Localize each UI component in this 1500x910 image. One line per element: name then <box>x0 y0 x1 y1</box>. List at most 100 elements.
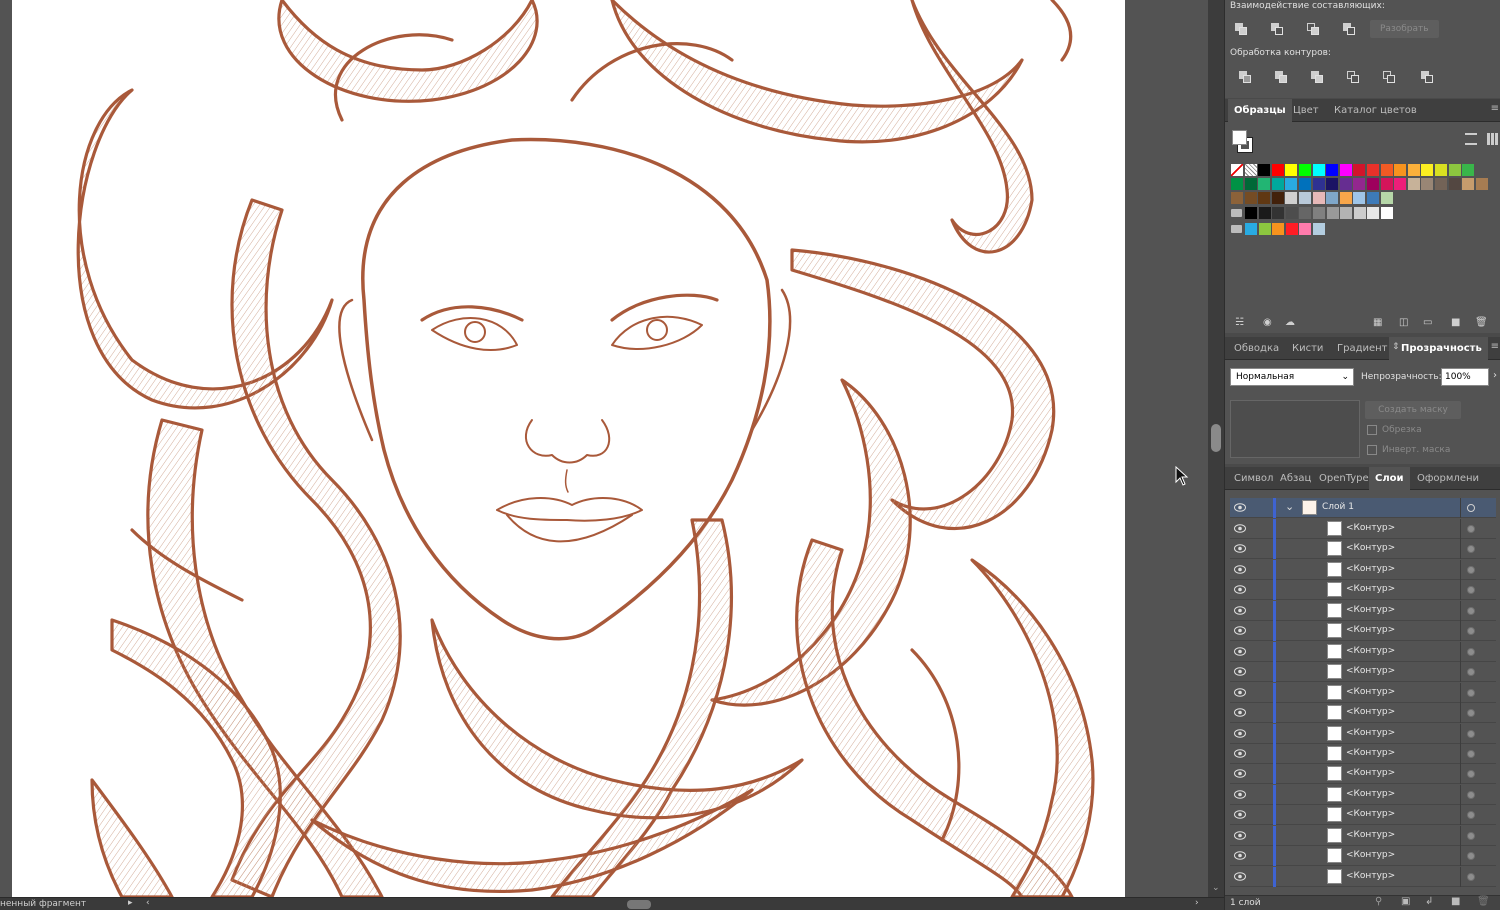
opacity-arrow-icon[interactable]: › <box>1493 370 1497 381</box>
grid-view-icon[interactable] <box>1487 133 1499 145</box>
layer-row[interactable]: <Контур> <box>1230 519 1496 539</box>
swatch[interactable] <box>1407 178 1420 190</box>
visibility-eye-icon[interactable] <box>1234 687 1246 697</box>
visibility-eye-icon[interactable] <box>1234 626 1246 636</box>
color-group-folder-icon[interactable] <box>1231 209 1242 217</box>
swatch[interactable] <box>1366 192 1379 204</box>
target-circle-icon[interactable] <box>1467 790 1475 799</box>
tab-collapse-icon[interactable]: ⇕ <box>1392 342 1400 352</box>
make-mask-button[interactable]: Создать маску <box>1365 401 1461 419</box>
swatch[interactable] <box>1244 178 1257 190</box>
vertical-scroll-thumb[interactable] <box>1211 424 1221 452</box>
target-circle-icon[interactable] <box>1467 504 1475 512</box>
swatch[interactable] <box>1258 207 1271 219</box>
swatch[interactable] <box>1299 207 1312 219</box>
swatch[interactable] <box>1339 178 1352 190</box>
sublayer-name[interactable]: <Контур> <box>1346 584 1395 594</box>
swatch[interactable] <box>1462 178 1475 190</box>
swatch[interactable] <box>1448 164 1461 176</box>
sublayer-name[interactable]: <Контур> <box>1346 789 1395 799</box>
tab-layers[interactable]: Слои <box>1369 467 1410 490</box>
swatch[interactable] <box>1394 178 1407 190</box>
tab-character[interactable]: Символ <box>1228 467 1279 490</box>
target-circle-icon[interactable] <box>1467 545 1475 554</box>
divide-icon[interactable] <box>1237 69 1253 85</box>
list-view-icon[interactable] <box>1465 133 1477 145</box>
sublayer-name[interactable]: <Контур> <box>1346 543 1395 553</box>
crop-icon[interactable] <box>1345 69 1361 85</box>
tab-transparency[interactable]: Прозрачность <box>1389 337 1488 360</box>
swatch[interactable] <box>1298 164 1311 176</box>
new-layer-icon[interactable]: ■ <box>1451 896 1460 907</box>
sublayer-name[interactable]: <Контур> <box>1346 687 1395 697</box>
swatch[interactable] <box>1312 178 1325 190</box>
swatch[interactable] <box>1312 192 1325 204</box>
sublayer-name[interactable]: <Контур> <box>1346 605 1395 615</box>
unite-icon[interactable] <box>1233 21 1249 37</box>
swatch[interactable] <box>1258 178 1271 190</box>
locate-object-icon[interactable]: ⚲ <box>1375 896 1382 907</box>
new-sublayer-icon[interactable]: ↲ <box>1425 896 1433 907</box>
swatch[interactable] <box>1258 223 1271 235</box>
swatch[interactable] <box>1434 178 1447 190</box>
layer-row[interactable]: <Контур> <box>1230 641 1496 662</box>
target-circle-icon[interactable] <box>1467 688 1475 697</box>
layer-row[interactable]: <Контур> <box>1230 784 1496 805</box>
minus-back-icon[interactable] <box>1419 69 1435 85</box>
swatch[interactable] <box>1380 192 1393 204</box>
swatch[interactable] <box>1394 164 1407 176</box>
tab-color-guide[interactable]: Каталог цветов <box>1328 99 1423 122</box>
show-kinds-icon[interactable]: ◉ <box>1263 317 1272 329</box>
visibility-eye-icon[interactable] <box>1234 851 1246 860</box>
swatch[interactable] <box>1271 178 1284 190</box>
scroll-down-arrow-icon[interactable]: ⌄ <box>1212 883 1220 893</box>
swatch[interactable] <box>1326 207 1339 219</box>
layer-row[interactable]: <Контур> <box>1230 682 1496 703</box>
scroll-left-arrow-icon[interactable]: ‹ <box>146 898 150 908</box>
swatch[interactable] <box>1339 164 1352 176</box>
swatch[interactable] <box>1380 164 1393 176</box>
swatch[interactable] <box>1271 192 1284 204</box>
sublayer-name[interactable]: <Контур> <box>1346 564 1395 574</box>
swatch[interactable] <box>1285 223 1298 235</box>
swatch[interactable] <box>1448 178 1461 190</box>
swatch[interactable] <box>1244 192 1257 204</box>
panel-menu-icon[interactable]: ≡ <box>1491 103 1499 114</box>
merge-icon[interactable] <box>1309 69 1325 85</box>
delete-layer-icon[interactable]: 🗑 <box>1477 896 1490 907</box>
visibility-eye-icon[interactable] <box>1234 830 1246 840</box>
swatch[interactable] <box>1298 178 1311 190</box>
make-clipping-mask-icon[interactable]: ▣ <box>1401 896 1410 907</box>
target-circle-icon[interactable] <box>1467 586 1475 595</box>
visibility-eye-icon[interactable] <box>1234 810 1246 820</box>
swatch[interactable] <box>1231 192 1243 204</box>
tab-gradient[interactable]: Градиент <box>1331 337 1394 360</box>
sublayer-name[interactable]: <Контур> <box>1346 871 1395 881</box>
visibility-eye-icon[interactable] <box>1234 769 1246 779</box>
swatch[interactable] <box>1353 207 1366 219</box>
swatch[interactable] <box>1380 207 1393 219</box>
layer-row[interactable]: <Контур> <box>1230 662 1496 683</box>
target-circle-icon[interactable] <box>1467 831 1475 840</box>
swatch[interactable] <box>1462 164 1475 176</box>
layer-row[interactable]: <Контур> <box>1230 825 1496 846</box>
swatch[interactable] <box>1312 164 1325 176</box>
swatch[interactable] <box>1312 207 1325 219</box>
sublayer-name[interactable]: <Контур> <box>1346 646 1395 656</box>
swatch[interactable] <box>1271 164 1284 176</box>
swatch[interactable] <box>1299 223 1312 235</box>
swatch[interactable] <box>1434 164 1447 176</box>
visibility-eye-icon[interactable] <box>1234 708 1246 717</box>
intersect-icon[interactable] <box>1305 21 1321 37</box>
folder-icon[interactable]: ▭ <box>1423 317 1432 329</box>
layer-row[interactable]: <Контур> <box>1230 621 1496 642</box>
visibility-eye-icon[interactable] <box>1234 646 1246 656</box>
swatch[interactable] <box>1258 192 1271 204</box>
target-circle-icon[interactable] <box>1467 668 1475 677</box>
sublayer-name[interactable]: <Контур> <box>1346 728 1395 738</box>
layer-row[interactable]: <Контур> <box>1230 539 1496 560</box>
swatch-library-icon[interactable]: ☵ <box>1235 317 1244 329</box>
opacity-field[interactable]: 100% <box>1441 368 1489 386</box>
tab-opentype[interactable]: OpenType <box>1313 467 1375 490</box>
layer-row[interactable]: <Контур> <box>1230 559 1496 580</box>
